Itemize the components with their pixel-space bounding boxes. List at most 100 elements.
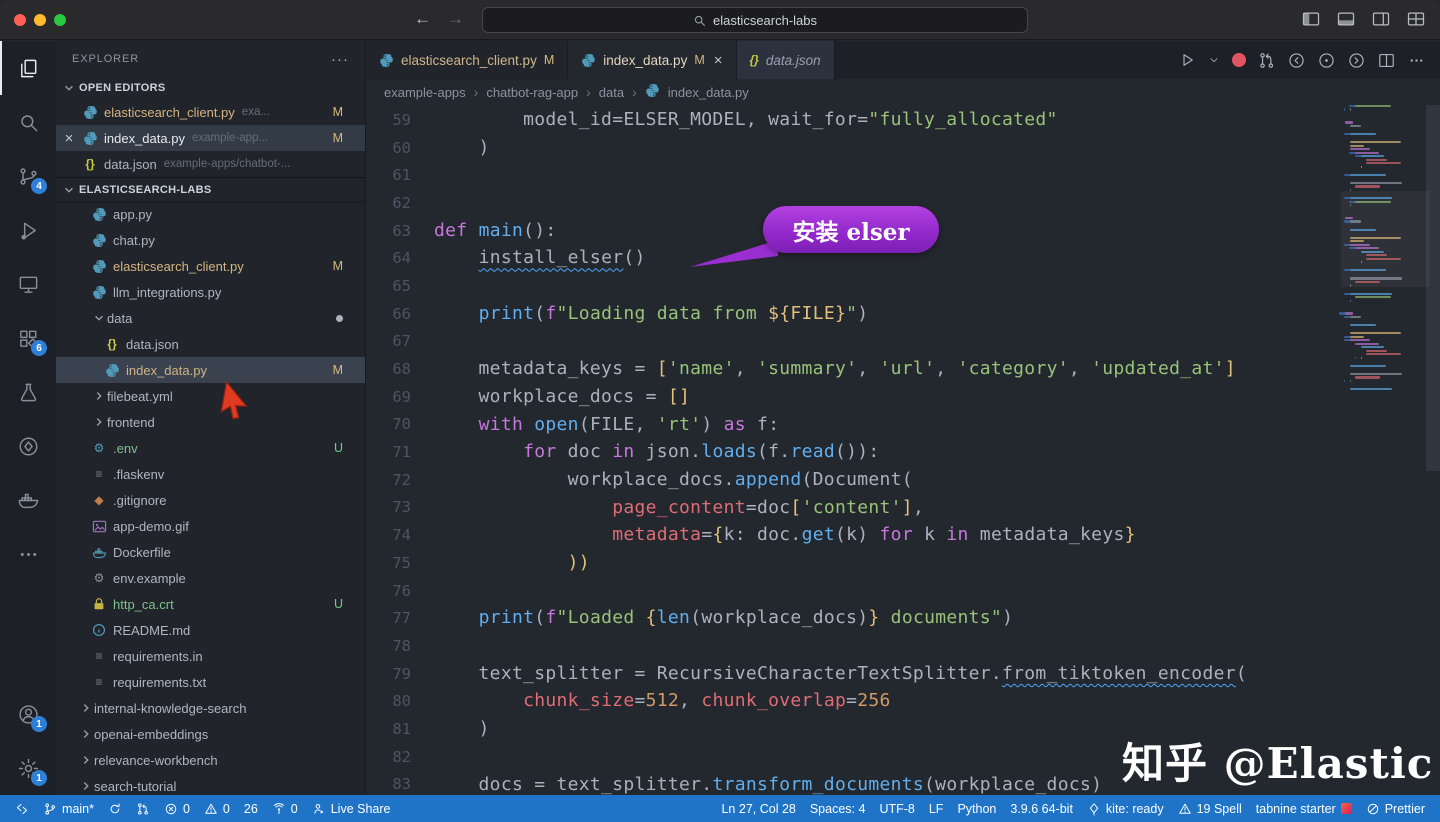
tree-file-requirements.in[interactable]: ≡requirements.in xyxy=(56,643,365,669)
tree-folder-frontend[interactable]: frontend xyxy=(56,409,365,435)
tree-file-elasticsearch_client.py[interactable]: elasticsearch_client.pyM xyxy=(56,253,365,279)
encoding[interactable]: UTF-8 xyxy=(872,795,921,822)
code-line-78[interactable]: 78 xyxy=(366,632,1344,660)
tab-elasticsearch_client.py[interactable]: elasticsearch_client.pyM xyxy=(366,41,568,79)
layout-panel-icon[interactable] xyxy=(1336,9,1356,29)
problems-hints[interactable]: 26 xyxy=(237,795,265,822)
tree-file-chat.py[interactable]: chat.py xyxy=(56,227,365,253)
pull-request-status[interactable] xyxy=(129,795,157,822)
tree-folder-relevance-workbench[interactable]: relevance-workbench xyxy=(56,747,365,773)
run-icon[interactable] xyxy=(1178,51,1196,69)
tree-file-llm_integrations.py[interactable]: llm_integrations.py xyxy=(56,279,365,305)
activity-kite[interactable] xyxy=(0,419,56,473)
code-line-66[interactable]: 66 print(f"Loading data from ${FILE}") xyxy=(366,300,1344,328)
layout-sidebar-right-icon[interactable] xyxy=(1371,9,1391,29)
code-line-72[interactable]: 72 workplace_docs.append(Document( xyxy=(366,466,1344,494)
circle-dot-icon[interactable] xyxy=(1317,51,1336,70)
spell-checker[interactable]: 19 Spell xyxy=(1171,795,1249,822)
code-line-60[interactable]: 60 ) xyxy=(366,134,1344,162)
code-line-79[interactable]: 79 text_splitter = RecursiveCharacterTex… xyxy=(366,660,1344,688)
code-line-67[interactable]: 67 xyxy=(366,328,1344,356)
open-editor-data.json[interactable]: {}data.jsonexample-apps/chatbot-... xyxy=(56,151,365,177)
tree-file-data.json[interactable]: {}data.json xyxy=(56,331,365,357)
editor-scrollbar[interactable] xyxy=(1426,105,1440,471)
tabnine-status[interactable]: tabnine starter xyxy=(1249,795,1359,822)
activity-extensions[interactable]: 6 xyxy=(0,311,56,365)
tree-file-env.example[interactable]: ⚙env.example xyxy=(56,565,365,591)
activity-testing[interactable] xyxy=(0,365,56,419)
error-lens-icon[interactable] xyxy=(1232,53,1246,67)
cursor-position[interactable]: Ln 27, Col 28 xyxy=(714,795,802,822)
tree-file-requirements.txt[interactable]: ≡requirements.txt xyxy=(56,669,365,695)
open-editors-header[interactable]: OPEN EDITORS xyxy=(56,77,365,99)
code-line-61[interactable]: 61 xyxy=(366,161,1344,189)
tree-file-README.md[interactable]: README.md xyxy=(56,617,365,643)
circle-left-icon[interactable] xyxy=(1287,51,1306,70)
tree-file-http_ca.crt[interactable]: http_ca.crtU xyxy=(56,591,365,617)
tree-file-index_data.py[interactable]: index_data.pyM xyxy=(56,357,365,383)
python-interpreter[interactable]: 3.9.6 64-bit xyxy=(1003,795,1080,822)
tab-index_data.py[interactable]: index_data.pyM× xyxy=(568,41,736,79)
code-line-71[interactable]: 71 for doc in json.loads(f.read()): xyxy=(366,438,1344,466)
minimize-window-button[interactable] xyxy=(34,14,46,26)
code-line-68[interactable]: 68 metadata_keys = ['name', 'summary', '… xyxy=(366,355,1344,383)
code-line-69[interactable]: 69 workplace_docs = [] xyxy=(366,383,1344,411)
tree-folder-search-tutorial[interactable]: search-tutorial xyxy=(56,773,365,795)
tree-folder-data[interactable]: data xyxy=(56,305,365,331)
activity-explorer[interactable] xyxy=(0,41,56,95)
breadcrumb-item[interactable]: data xyxy=(599,85,624,100)
code-line-77[interactable]: 77 print(f"Loaded {len(workplace_docs)} … xyxy=(366,604,1344,632)
history-back-button[interactable]: ← xyxy=(414,9,431,29)
tree-folder-openai-embeddings[interactable]: openai-embeddings xyxy=(56,721,365,747)
zoom-window-button[interactable] xyxy=(54,14,66,26)
minimap[interactable] xyxy=(1345,105,1425,795)
activity-accounts[interactable]: 1 xyxy=(0,687,56,741)
tree-file-.flaskenv[interactable]: ≡.flaskenv xyxy=(56,461,365,487)
code-line-80[interactable]: 80 chunk_size=512, chunk_overlap=256 xyxy=(366,687,1344,715)
pull-request-icon[interactable] xyxy=(1257,51,1276,70)
indentation[interactable]: Spaces: 4 xyxy=(803,795,873,822)
tab-data.json[interactable]: {}data.json xyxy=(737,41,835,79)
activity-more[interactable] xyxy=(0,527,56,581)
history-forward-button[interactable]: → xyxy=(447,9,464,29)
activity-search[interactable] xyxy=(0,95,56,149)
chevron-down-icon[interactable] xyxy=(1207,53,1221,67)
tab-close-icon[interactable]: × xyxy=(714,52,723,69)
remote-indicator[interactable] xyxy=(8,795,36,822)
code-line-70[interactable]: 70 with open(FILE, 'rt') as f: xyxy=(366,411,1344,439)
code-line-73[interactable]: 73 page_content=doc['content'], xyxy=(366,494,1344,522)
open-editor-elasticsearch_client.py[interactable]: elasticsearch_client.pyexa...M xyxy=(56,99,365,125)
tree-file-.gitignore[interactable]: ◆.gitignore xyxy=(56,487,365,513)
git-sync[interactable] xyxy=(101,795,129,822)
tree-file-.env[interactable]: ⚙.envU xyxy=(56,435,365,461)
tree-folder-filebeat.yml[interactable]: filebeat.yml xyxy=(56,383,365,409)
tree-file-app-demo.gif[interactable]: app-demo.gif xyxy=(56,513,365,539)
open-editor-index_data.py[interactable]: ×index_data.pyexample-app...M xyxy=(56,125,365,151)
kite-status[interactable]: kite: ready xyxy=(1080,795,1171,822)
layout-sidebar-left-icon[interactable] xyxy=(1301,9,1321,29)
split-editor-icon[interactable] xyxy=(1377,51,1396,70)
close-window-button[interactable] xyxy=(14,14,26,26)
git-branch[interactable]: main* xyxy=(36,795,101,822)
forwarded-ports[interactable]: 0 xyxy=(265,795,305,822)
layout-grid-icon[interactable] xyxy=(1406,9,1426,29)
live-share[interactable]: Live Share xyxy=(305,795,398,822)
problems-warnings[interactable]: 0 xyxy=(197,795,237,822)
activity-docker[interactable] xyxy=(0,473,56,527)
code-line-59[interactable]: 59 model_id=ELSER_MODEL, wait_for="fully… xyxy=(366,106,1344,134)
code-line-65[interactable]: 65 xyxy=(366,272,1344,300)
circle-right-icon[interactable] xyxy=(1347,51,1366,70)
code-line-76[interactable]: 76 xyxy=(366,577,1344,605)
activity-source-control[interactable]: 4 xyxy=(0,149,56,203)
command-center-search[interactable]: elasticsearch-labs xyxy=(482,7,1028,33)
prettier-status[interactable]: Prettier xyxy=(1359,795,1432,822)
breadcrumb[interactable]: example-apps›chatbot-rag-app›data›index_… xyxy=(366,79,1440,105)
more-icon[interactable] xyxy=(1407,51,1426,70)
breadcrumb-item[interactable]: example-apps xyxy=(384,85,466,100)
activity-run-debug[interactable] xyxy=(0,203,56,257)
problems-errors[interactable]: 0 xyxy=(157,795,197,822)
breadcrumb-item[interactable]: index_data.py xyxy=(668,85,749,100)
code-line-74[interactable]: 74 metadata={k: doc.get(k) for k in meta… xyxy=(366,521,1344,549)
workspace-section-header[interactable]: ELASTICSEARCH-LABS xyxy=(56,177,365,201)
code-line-75[interactable]: 75 )) xyxy=(366,549,1344,577)
